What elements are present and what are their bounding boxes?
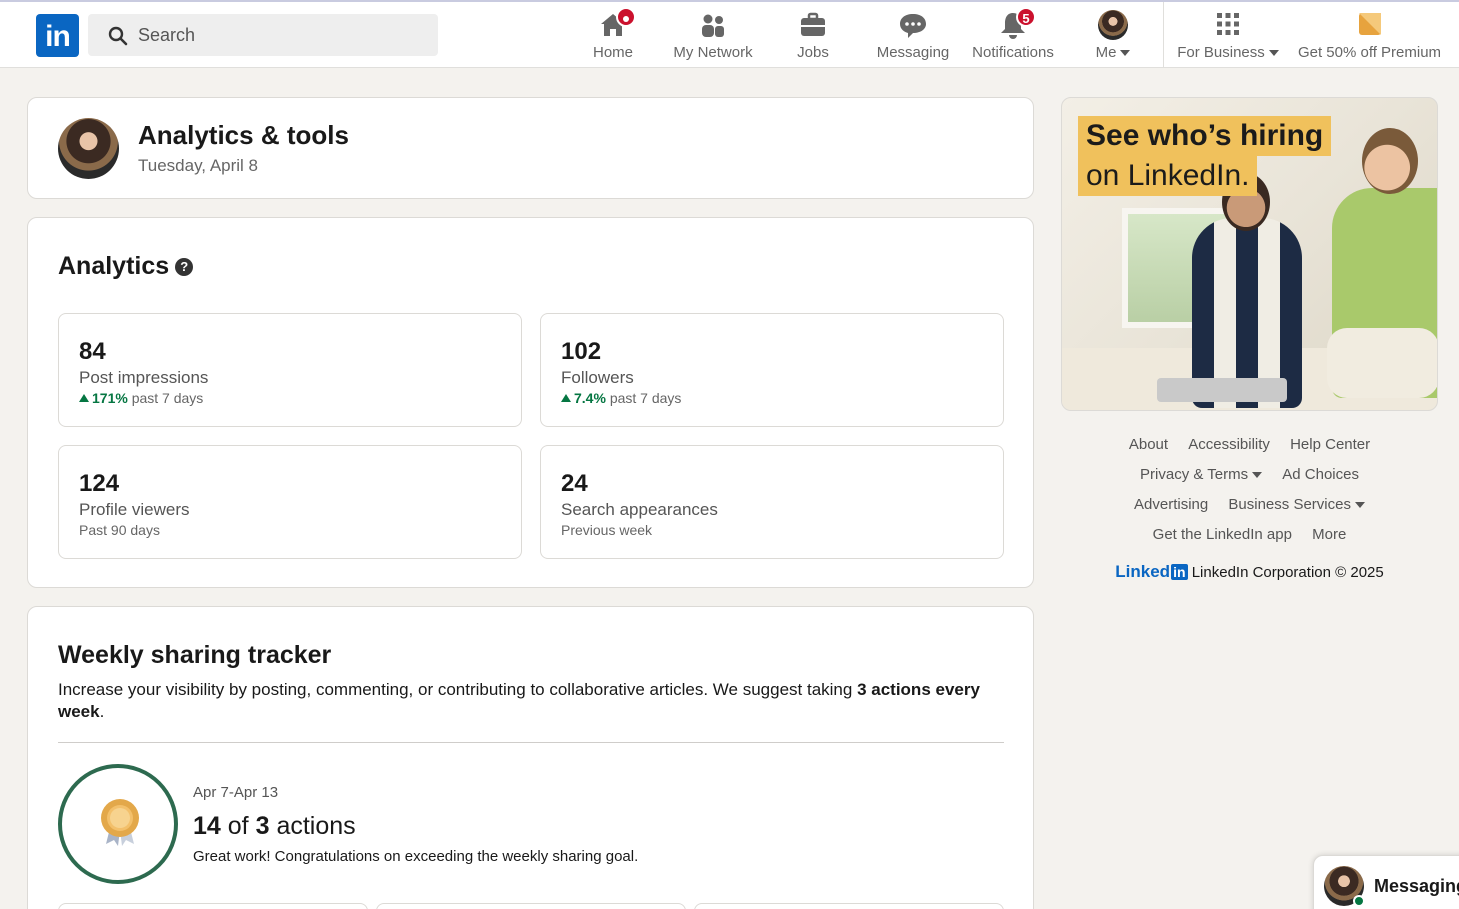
nav-home[interactable]: Home <box>583 7 643 64</box>
chevron-down-icon <box>1252 472 1263 479</box>
trend-up-icon <box>79 394 89 402</box>
nav-home-label: Home <box>592 44 633 61</box>
stat-label: Profile viewers <box>79 500 190 519</box>
tracker-count: 14 of 3 actions <box>193 812 356 840</box>
notifications-badge: 5 <box>1016 7 1036 27</box>
ad-headline-line1: See who’s hiring <box>1078 116 1332 156</box>
analytics-card: Analytics? 84 Post impressions 171% past… <box>27 217 1034 588</box>
linkedin-wordmark: Linked in <box>1115 562 1188 581</box>
stat-meta: 171% past 7 days <box>79 390 203 406</box>
global-nav: in Search Home My Network Jobs Messaging <box>0 2 1459 68</box>
stat-profile-viewers[interactable]: 124 Profile viewers Past 90 days <box>58 445 522 559</box>
nav-messaging[interactable]: Messaging <box>873 10 953 64</box>
stat-label: Post impressions <box>79 368 209 387</box>
footer-link-about[interactable]: About <box>1129 436 1168 453</box>
home-badge-dot <box>616 7 636 27</box>
footer-link-advertising[interactable]: Advertising <box>1134 496 1208 513</box>
ad-image-laptop <box>1157 378 1287 402</box>
footer-copyright: Linked in LinkedIn Corporation © 2025 <box>1115 562 1384 581</box>
stat-value: 124 <box>79 470 120 497</box>
page-title: Analytics & tools <box>138 120 349 150</box>
page-date: Tuesday, April 8 <box>138 156 259 175</box>
divider <box>58 742 1004 743</box>
chat-icon <box>898 10 928 40</box>
tracker-description: Increase your visibility by posting, com… <box>58 680 980 721</box>
ad-image-person-head <box>1362 128 1418 194</box>
nav-jobs-label: Jobs <box>797 44 829 61</box>
stat-meta: Past 90 days <box>79 522 160 538</box>
nav-messaging-label: Messaging <box>876 44 950 61</box>
footer-link-ad-choices[interactable]: Ad Choices <box>1282 466 1359 483</box>
ad-headline-line2: on LinkedIn. <box>1078 156 1258 196</box>
tracker-item[interactable] <box>376 903 686 909</box>
stat-value: 102 <box>561 338 602 365</box>
search-icon <box>108 26 128 46</box>
nav-for-business-label: For Business <box>1173 44 1283 61</box>
stat-followers[interactable]: 102 Followers 7.4% past 7 days <box>540 313 1004 427</box>
progress-ring <box>58 764 178 884</box>
nav-me[interactable]: Me <box>1083 10 1143 64</box>
ad-banner[interactable]: See who’s hiring on LinkedIn. <box>1061 97 1438 411</box>
footer-link-privacy-terms[interactable]: Privacy & Terms <box>1140 466 1263 483</box>
grid-icon <box>1213 10 1243 40</box>
chevron-down-icon <box>1120 50 1131 57</box>
page-header-card: Analytics & tools Tuesday, April 8 <box>27 97 1034 199</box>
nav-notifications[interactable]: 5 Notifications <box>968 7 1058 64</box>
footer: About Accessibility Help Center Privacy … <box>1061 430 1438 582</box>
profile-avatar[interactable] <box>58 118 119 179</box>
linkedin-logo[interactable]: in <box>36 14 79 57</box>
nav-notifications-label: Notifications <box>972 44 1054 61</box>
nav-my-network-label: My Network <box>673 44 753 61</box>
footer-link-help-center[interactable]: Help Center <box>1290 436 1370 453</box>
nav-premium[interactable]: Get 50% off Premium <box>1293 10 1446 64</box>
chevron-down-icon <box>1354 502 1365 509</box>
network-icon <box>698 10 728 40</box>
footer-link-more[interactable]: More <box>1312 526 1346 543</box>
stat-value: 84 <box>79 338 106 365</box>
briefcase-icon <box>798 10 828 40</box>
me-avatar <box>1098 10 1128 40</box>
ad-image-legs <box>1327 328 1437 398</box>
chevron-down-icon <box>1268 50 1279 57</box>
footer-link-business-services[interactable]: Business Services <box>1228 496 1365 513</box>
nav-my-network[interactable]: My Network <box>668 10 758 64</box>
help-icon[interactable]: ? <box>175 258 194 277</box>
search-placeholder: Search <box>138 25 196 45</box>
nav-me-label: Me <box>1083 44 1143 61</box>
stat-label: Followers <box>561 368 634 387</box>
bell-icon: 5 <box>998 7 1036 40</box>
nav-jobs[interactable]: Jobs <box>788 10 838 64</box>
nav-for-business[interactable]: For Business <box>1173 10 1283 64</box>
tracker-item[interactable] <box>694 903 1004 909</box>
medal-icon <box>101 799 139 846</box>
analytics-heading: Analytics? <box>58 252 194 281</box>
home-icon <box>598 7 636 40</box>
stat-meta: Previous week <box>561 522 653 538</box>
messaging-label: Messaging <box>1374 876 1459 896</box>
online-status-dot <box>1353 895 1365 907</box>
nav-divider <box>1163 2 1164 68</box>
footer-link-accessibility[interactable]: Accessibility <box>1188 436 1270 453</box>
stat-post-impressions[interactable]: 84 Post impressions 171% past 7 days <box>58 313 522 427</box>
messaging-overlay-bar[interactable]: Messaging <box>1313 855 1459 909</box>
premium-icon <box>1355 10 1385 40</box>
tracker-date-range: Apr 7-Apr 13 <box>193 784 279 801</box>
stat-label: Search appearances <box>561 500 718 519</box>
tracker-congrats: Great work! Congratulations on exceeding… <box>193 848 639 865</box>
trend-up-icon <box>561 394 571 402</box>
stat-search-appearances[interactable]: 24 Search appearances Previous week <box>540 445 1004 559</box>
footer-link-get-app[interactable]: Get the LinkedIn app <box>1153 526 1292 543</box>
tracker-item[interactable] <box>58 903 368 909</box>
tracker-heading: Weekly sharing tracker <box>58 641 332 669</box>
stat-value: 24 <box>561 470 588 497</box>
search-input[interactable]: Search <box>88 14 438 56</box>
nav-premium-label: Get 50% off Premium <box>1297 44 1442 61</box>
weekly-sharing-tracker-card: Weekly sharing tracker Increase your vis… <box>27 606 1034 909</box>
stat-meta: 7.4% past 7 days <box>561 390 681 406</box>
